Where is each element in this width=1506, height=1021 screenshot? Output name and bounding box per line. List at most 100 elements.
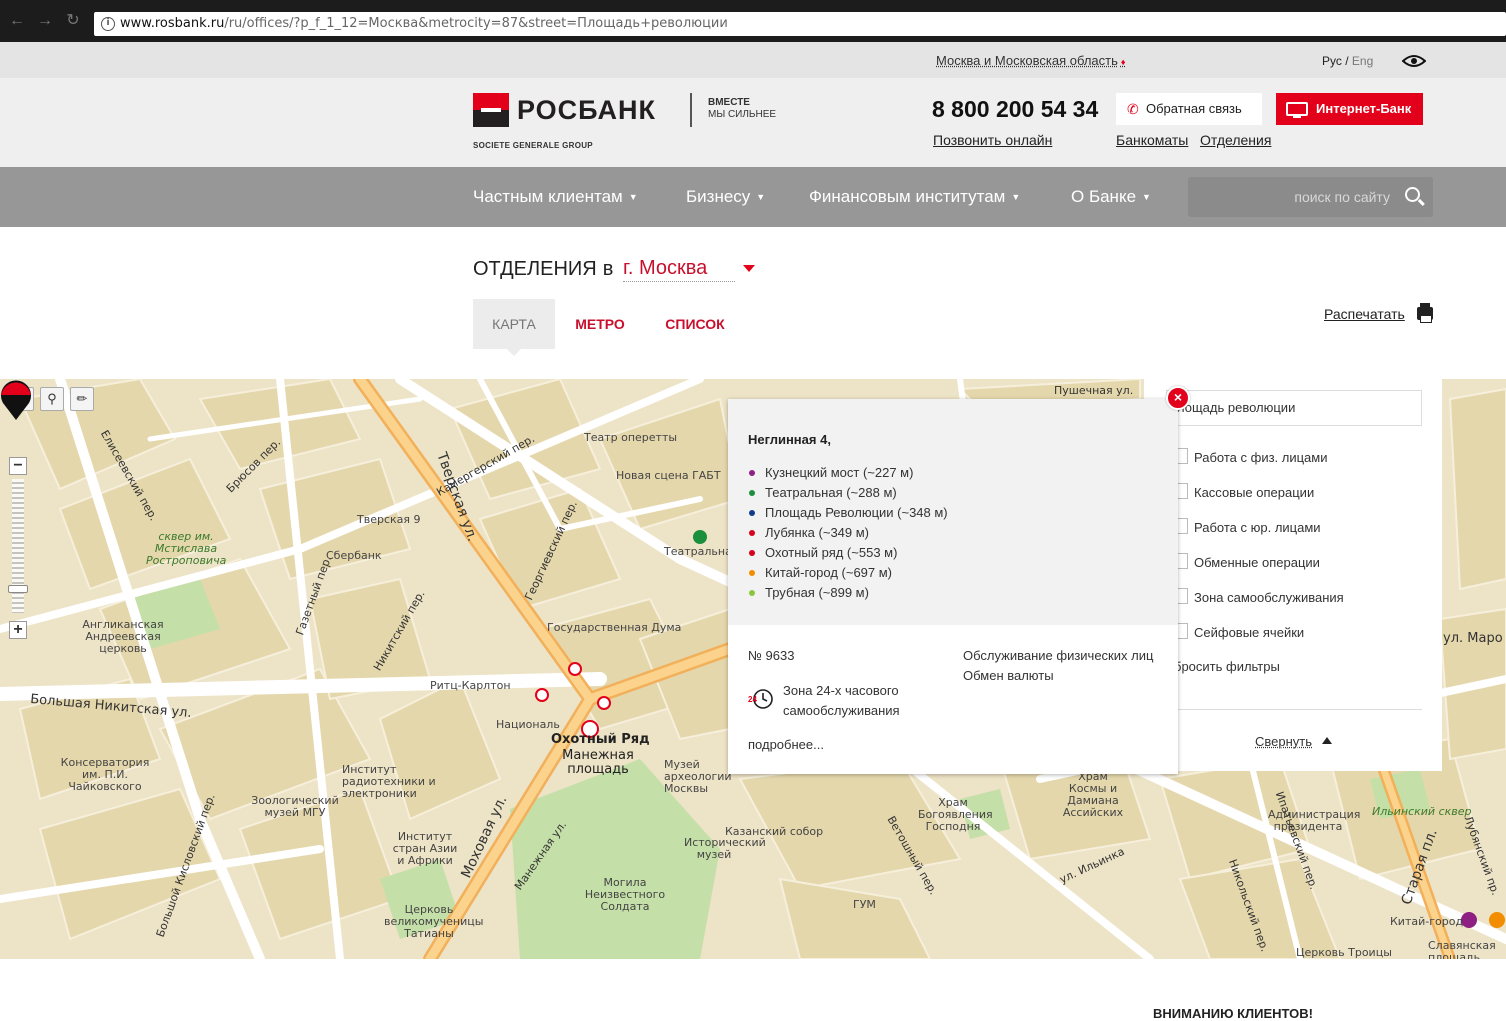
metro-name: Площадь Революции (~348 м) — [765, 505, 948, 520]
filter-label: Зона самообслуживания — [1194, 590, 1344, 605]
map-label: Новая сцена ГАБТ — [616, 469, 721, 482]
metro-dot — [749, 550, 755, 556]
filter-label: Работа с физ. лицами — [1194, 450, 1328, 465]
map-label: Тверская 9 — [357, 513, 421, 526]
map-label: ГУМ — [853, 898, 876, 911]
logo-text[interactable]: РОСБАНК — [517, 95, 656, 126]
map-label: Храм Космы и Дамиана Ассийских — [1062, 770, 1124, 819]
nav-financial-institutions[interactable]: Финансовым институтам ▼ — [809, 187, 1020, 207]
atms-link[interactable]: Банкоматы — [1116, 132, 1188, 148]
url-path: /ru/offices/?p_f_1_12=Москва&metrocity=8… — [224, 16, 728, 31]
rosbank-logo-icon[interactable] — [473, 93, 509, 127]
internet-bank-label: Интернет-Банк — [1316, 101, 1412, 116]
map-label: сквер им. Мстислава Ростроповича — [146, 530, 227, 567]
search-icon[interactable] — [1405, 187, 1420, 202]
address-bar[interactable]: i www.rosbank.ru/ru/offices/?p_f_1_12=Мо… — [94, 12, 1506, 36]
service-item: Обслуживание физических лиц — [963, 648, 1154, 663]
info-icon[interactable]: i — [101, 17, 115, 31]
map-label: Пушечная ул. — [1054, 384, 1134, 397]
lang-separator: / — [1341, 54, 1352, 68]
office-balloon: Неглинная 4, Кузнецкий мост (~227 м) Теа… — [728, 399, 1178, 774]
lang-en[interactable]: Eng — [1352, 54, 1373, 68]
address-search-field[interactable]: лощадь революции — [1166, 390, 1422, 426]
filter-label: Сейфовые ячейки — [1194, 625, 1305, 640]
tab-metro[interactable]: МЕТРО — [566, 299, 634, 349]
site-header: РОСБАНК SOCIETE GENERALE GROUP ВМЕСТЕ МЫ… — [0, 78, 1506, 167]
tab-list[interactable]: СПИСОК — [656, 299, 734, 349]
monitor-icon — [1286, 102, 1308, 118]
zoom-slider-handle[interactable] — [8, 585, 28, 593]
back-icon[interactable]: ← — [8, 12, 26, 30]
nav-private-clients[interactable]: Частным клиентам ▼ — [473, 187, 638, 207]
office-services: Обслуживание физических лиц Обмен валюты — [963, 646, 1163, 686]
logo-divider — [690, 93, 692, 127]
internet-bank-button[interactable]: Интернет-Банк — [1276, 93, 1423, 125]
magnifier-tool-icon[interactable]: ⚲ — [40, 387, 64, 411]
zoom-in-button[interactable]: + — [9, 621, 27, 639]
close-icon[interactable]: × — [1166, 386, 1190, 410]
metro-name: Лубянка (~349 м) — [765, 525, 870, 540]
collapse-link[interactable]: Свернуть — [1255, 734, 1312, 749]
city-select[interactable]: г. Москва — [623, 257, 735, 282]
filter-option[interactable]: Работа с физ. лицами — [1172, 448, 1328, 465]
eye-icon[interactable] — [1402, 54, 1426, 68]
city-dropdown-icon[interactable] — [743, 265, 755, 272]
reload-icon[interactable]: ↻ — [64, 12, 82, 30]
slogan-line2: МЫ СИЛЬНЕЕ — [708, 109, 777, 120]
url-host: www.rosbank.ru — [120, 16, 225, 31]
office-address: Неглинная 4, — [748, 432, 831, 447]
map-label: Националь — [496, 718, 560, 731]
map-label: Консерватория им. П.И. Чайковского — [60, 756, 150, 793]
main-nav: Частным клиентам ▼ Бизнесу ▼ Финансовым ин… — [0, 167, 1506, 227]
divider — [1166, 709, 1422, 710]
clock-24-icon: 24 — [748, 689, 773, 709]
filter-option[interactable]: Сейфовые ячейки — [1172, 623, 1305, 640]
forward-icon[interactable]: → — [36, 12, 54, 30]
metro-station: Китай-город (~697 м) — [748, 565, 948, 585]
metro-station: Охотный ряд (~553 м) — [748, 545, 948, 565]
ruler-tool-icon[interactable]: ✏ — [70, 387, 94, 411]
map-label: Церковь великомученицы Татианы — [384, 903, 484, 940]
nav-label: О Банке — [1071, 187, 1137, 206]
clock-24-label: 24 — [748, 695, 757, 704]
metro-name: Кузнецкий мост (~227 м) — [765, 465, 914, 480]
zoom-out-button[interactable]: − — [9, 457, 27, 475]
metro-dot — [749, 470, 755, 476]
map-label: Славянская площадь — [1428, 939, 1496, 960]
region-arrows-icon: ♦ — [1120, 57, 1126, 67]
search-input[interactable] — [1188, 177, 1398, 217]
site-search — [1188, 177, 1433, 217]
nav-business[interactable]: Бизнесу ▼ — [686, 187, 765, 207]
slogan: ВМЕСТЕ МЫ СИЛЬНЕЕ — [708, 97, 776, 121]
zoom-control: − + — [8, 457, 28, 639]
region-select[interactable]: Москва и Московская область ♦ — [936, 53, 1125, 68]
print-link[interactable]: Распечатать — [1324, 306, 1405, 322]
map-label: Институт стран Азии и Африки — [392, 830, 458, 867]
metro-station: Лубянка (~349 м) — [748, 525, 948, 545]
page-title: ОТДЕЛЕНИЯ в — [473, 258, 613, 281]
filter-option[interactable]: Работа с юр. лицами — [1172, 518, 1321, 535]
lang-ru[interactable]: Рус — [1322, 54, 1342, 68]
chevron-up-icon[interactable] — [1322, 737, 1332, 744]
filter-option[interactable]: Зона самообслуживания — [1172, 588, 1344, 605]
office-pin-icon[interactable] — [0, 379, 32, 421]
reset-filters-link[interactable]: бросить фильтры — [1174, 659, 1280, 674]
office-number: № 9633 — [748, 648, 795, 663]
offices-link[interactable]: Отделения — [1200, 132, 1271, 148]
metro-station: Театральная (~288 м) — [748, 485, 948, 505]
callback-button[interactable]: ✆ Обратная связь — [1116, 93, 1262, 125]
more-link[interactable]: подробнее... — [748, 737, 824, 752]
nav-about[interactable]: О Банке ▼ — [1071, 187, 1151, 207]
metro-station: Кузнецкий мост (~227 м) — [748, 465, 948, 485]
filter-option[interactable]: Обменные операции — [1172, 553, 1320, 570]
filter-option[interactable]: Кассовые операции — [1172, 483, 1314, 500]
call-online-link[interactable]: Позвонить онлайн — [933, 132, 1052, 148]
tab-map[interactable]: КАРТА — [473, 299, 555, 356]
chevron-down-icon: ▼ — [756, 192, 766, 202]
map-label: Ильинский сквер — [1372, 805, 1472, 818]
phone-number: 8 800 200 54 34 — [932, 96, 1099, 122]
metro-station: Площадь Революции (~348 м) — [748, 505, 948, 525]
callback-label: Обратная связь — [1146, 101, 1242, 116]
customer-notice-heading: ВНИМАНИЮ КЛИЕНТОВ! — [1153, 1006, 1313, 1021]
printer-icon[interactable] — [1417, 303, 1433, 323]
